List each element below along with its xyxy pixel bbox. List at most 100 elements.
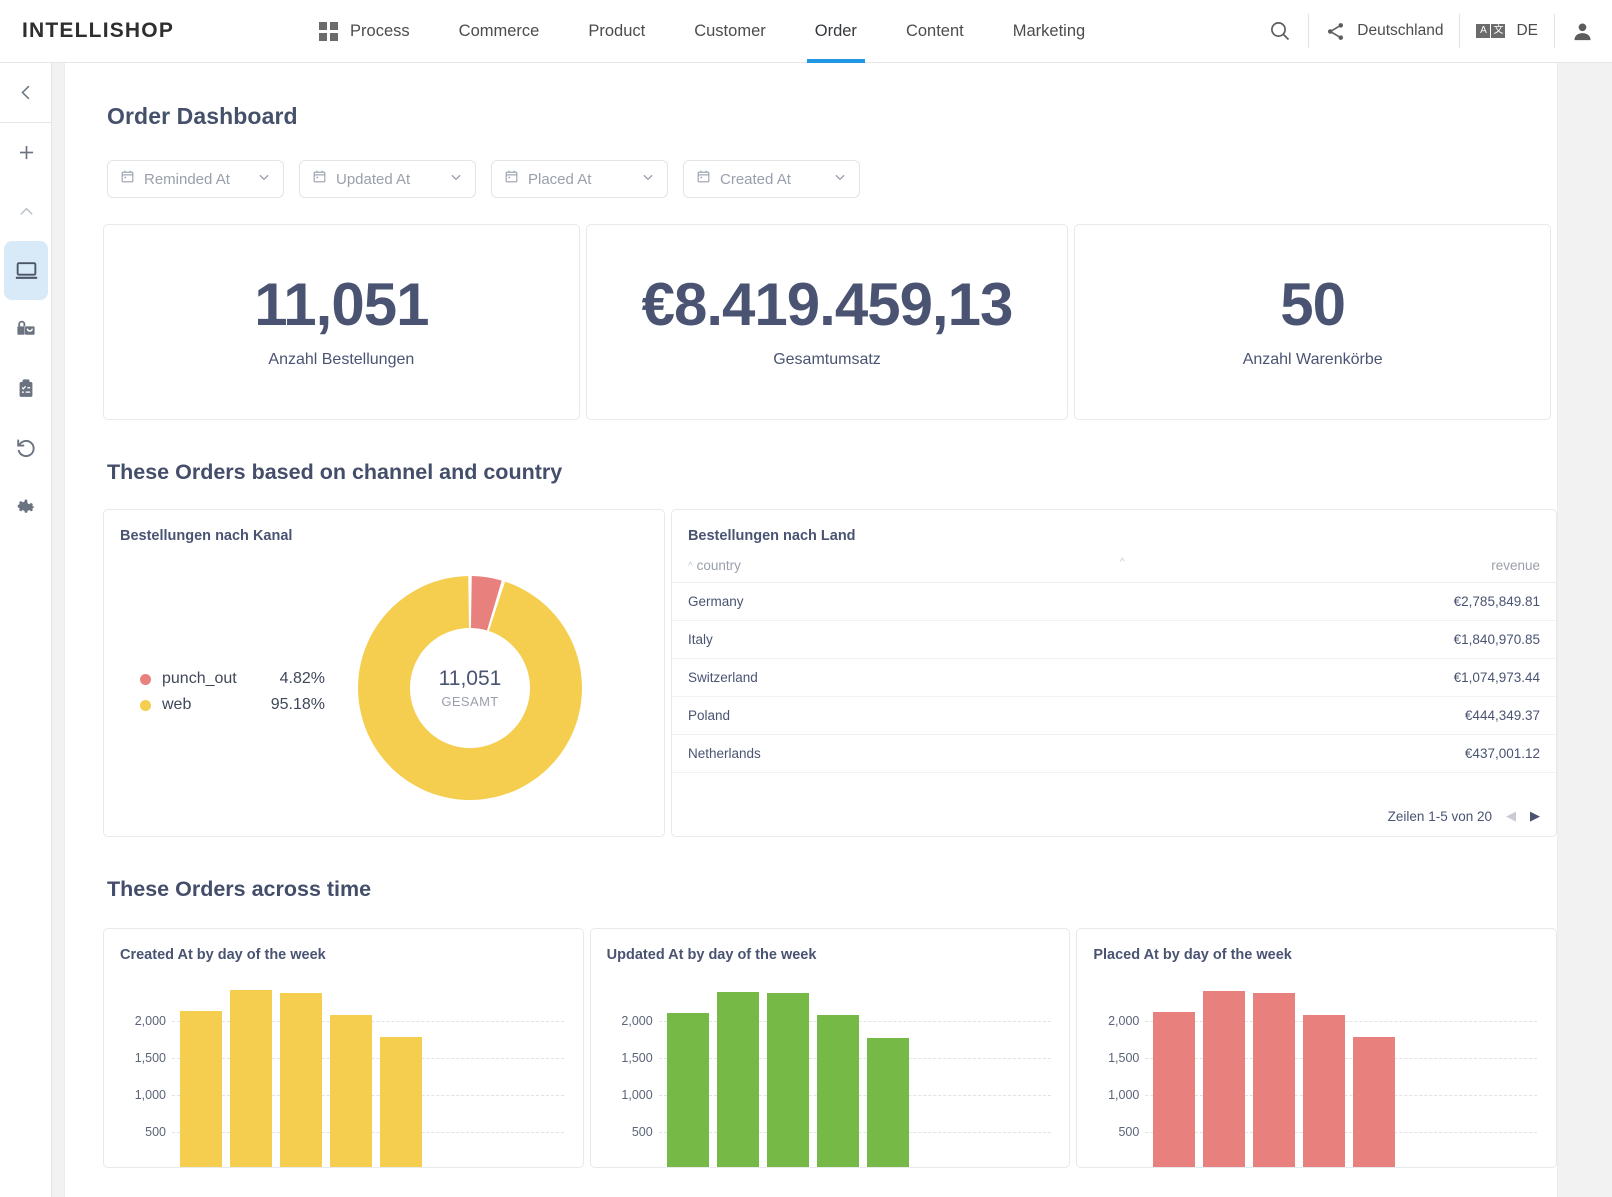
sidebar-item-commerce[interactable] bbox=[0, 300, 52, 359]
y-axis-tick: 2,000 bbox=[621, 1014, 653, 1029]
y-axis-tick: 1,000 bbox=[621, 1088, 653, 1103]
kpi-card-orders: 11,051 Anzahl Bestellungen bbox=[103, 224, 580, 420]
channel-country-row: Bestellungen nach Kanal punch_out 4.82% … bbox=[103, 509, 1557, 837]
table-row[interactable]: Switzerland €1,074,973.44 bbox=[671, 658, 1556, 697]
card-title: Placed At by day of the week bbox=[1093, 947, 1292, 963]
primary-nav: Process Commerce Product Customer Order … bbox=[319, 0, 1134, 63]
nav-item-commerce[interactable]: Commerce bbox=[459, 0, 540, 63]
kpi-card-carts: 50 Anzahl Warenkörbe bbox=[1074, 224, 1551, 420]
bar-Wed[interactable] bbox=[280, 992, 322, 1167]
lang-badge-a: A bbox=[1476, 24, 1491, 38]
nav-item-order[interactable]: Order bbox=[806, 0, 866, 63]
sidebar-item-collapse-group[interactable] bbox=[0, 182, 52, 241]
kpi-value: 50 bbox=[1280, 271, 1346, 338]
country-revenue-table: ^ country revenue Germany €2,785,849.81 Ita… bbox=[671, 558, 1556, 773]
bar-Mon[interactable] bbox=[180, 1010, 222, 1167]
sidebar-item-dashboard[interactable] bbox=[4, 241, 48, 300]
bar-Fri[interactable] bbox=[1353, 1037, 1396, 1167]
card-title: Created At by day of the week bbox=[120, 947, 326, 963]
user-avatar-icon[interactable] bbox=[1571, 20, 1594, 43]
bar-chart-updated-at[interactable]: 2,000 1,500 1,000 500 bbox=[607, 977, 1055, 1167]
chevron-down-icon bbox=[641, 170, 655, 189]
bar-Mon[interactable] bbox=[1153, 1012, 1196, 1167]
legend-percent: 95.18% bbox=[270, 696, 325, 713]
y-axis-tick: 2,000 bbox=[134, 1014, 166, 1029]
calendar-icon bbox=[120, 169, 135, 189]
legend-swatch-web bbox=[140, 699, 151, 711]
sidebar-item-tasks[interactable] bbox=[0, 359, 52, 418]
share-icon[interactable] bbox=[1325, 21, 1346, 42]
section-title-across-time: These Orders across time bbox=[107, 877, 372, 901]
country-selector-label[interactable]: Deutschland bbox=[1357, 22, 1443, 40]
country-table-card: Bestellungen nach Land ^ ^ country revenu… bbox=[670, 509, 1557, 837]
bar-chart-card-created-at: Created At by day of the week 2,000 1,500… bbox=[103, 928, 584, 1168]
card-title: Bestellungen nach Kanal bbox=[120, 528, 293, 544]
donut-chart[interactable]: 11,051 GESAMT bbox=[354, 572, 586, 804]
filter-created-at[interactable]: Created At bbox=[683, 160, 860, 198]
bar-chart-card-updated-at: Updated At by day of the week 2,000 1,500… bbox=[589, 928, 1071, 1168]
bar-Fri[interactable] bbox=[866, 1037, 909, 1167]
translate-icon[interactable]: A 文 bbox=[1476, 24, 1506, 38]
language-code[interactable]: DE bbox=[1516, 22, 1538, 40]
table-row[interactable]: Italy €1,840,970.85 bbox=[671, 620, 1556, 659]
column-header-country[interactable]: ^ country bbox=[671, 558, 1083, 583]
cell-revenue: €437,001.12 bbox=[1082, 734, 1556, 773]
bar-Tue[interactable] bbox=[230, 990, 272, 1167]
bar-Wed[interactable] bbox=[1253, 992, 1296, 1167]
sidebar-item-settings[interactable] bbox=[0, 477, 52, 536]
bar-Wed[interactable] bbox=[766, 993, 809, 1167]
bar-chart-created-at[interactable]: 2,000 1,500 1,000 500 bbox=[120, 977, 568, 1167]
column-header-revenue[interactable]: revenue bbox=[1082, 558, 1556, 583]
y-axis-tick: 500 bbox=[145, 1125, 166, 1140]
nav-item-content[interactable]: Content bbox=[906, 0, 964, 63]
bar-Mon[interactable] bbox=[666, 1013, 709, 1167]
top-right-tools: Deutschland A 文 DE bbox=[1268, 11, 1612, 51]
sidebar-item-collapse[interactable] bbox=[0, 63, 52, 122]
top-navigation-bar: INTELLISHOP Process Commerce Product Cus… bbox=[0, 0, 1612, 63]
chevron-down-icon bbox=[449, 170, 463, 189]
bar-Thu[interactable] bbox=[816, 1015, 859, 1167]
card-title: Updated At by day of the week bbox=[606, 947, 817, 963]
donut-slice-web[interactable] bbox=[358, 576, 582, 800]
y-axis-tick: 1,500 bbox=[1108, 1051, 1140, 1066]
nav-item-process[interactable]: Process bbox=[350, 0, 410, 63]
chevron-down-icon bbox=[833, 170, 847, 189]
bar-chart-placed-at[interactable]: 2,000 1,500 1,000 500 bbox=[1093, 977, 1541, 1167]
table-row[interactable]: Germany €2,785,849.81 bbox=[671, 582, 1556, 621]
grid-icon bbox=[319, 21, 339, 41]
pagination-next-icon[interactable]: ▶ bbox=[1530, 808, 1540, 824]
nav-item-marketing[interactable]: Marketing bbox=[1013, 0, 1085, 63]
legend-item[interactable]: web 95.18% bbox=[140, 694, 325, 716]
bar-Tue[interactable] bbox=[1203, 991, 1246, 1167]
y-axis-tick: 1,000 bbox=[134, 1088, 166, 1103]
bar-Thu[interactable] bbox=[330, 1014, 372, 1167]
dashboard-sheet: Order Dashboard Reminded At Updated At P… bbox=[64, 63, 1558, 1197]
calendar-icon bbox=[504, 169, 519, 189]
bar-group bbox=[1153, 977, 1396, 1167]
lang-badge-b: 文 bbox=[1491, 24, 1506, 38]
kpi-label: Anzahl Warenkörbe bbox=[1242, 351, 1383, 368]
table-row[interactable]: Poland €444,349.37 bbox=[671, 696, 1556, 735]
legend-item[interactable]: punch_out 4.82% bbox=[140, 668, 325, 690]
pagination-prev-icon[interactable]: ◀ bbox=[1506, 808, 1516, 824]
bar-Fri[interactable] bbox=[380, 1036, 422, 1167]
table-body: Germany €2,785,849.81 Italy €1,840,970.85 Sw… bbox=[671, 582, 1556, 773]
bar-Thu[interactable] bbox=[1303, 1015, 1346, 1167]
y-axis-tick: 1,500 bbox=[134, 1051, 166, 1066]
filter-updated-at[interactable]: Updated At bbox=[299, 160, 476, 198]
search-icon[interactable] bbox=[1268, 19, 1292, 43]
cell-country: Germany bbox=[671, 582, 1083, 621]
y-axis-tick: 2,000 bbox=[1108, 1014, 1140, 1029]
bar-Tue[interactable] bbox=[716, 991, 759, 1167]
table-row[interactable]: Netherlands €437,001.12 bbox=[671, 734, 1556, 773]
nav-item-customer[interactable]: Customer bbox=[694, 0, 766, 63]
sidebar-item-add[interactable] bbox=[0, 123, 52, 182]
brand-logo: INTELLISHOP bbox=[22, 19, 175, 42]
filter-placed-at[interactable]: Placed At bbox=[491, 160, 668, 198]
sidebar-item-history[interactable] bbox=[0, 418, 52, 477]
legend-label: punch_out bbox=[162, 670, 237, 687]
nav-item-product[interactable]: Product bbox=[588, 0, 645, 63]
sort-caret-icon[interactable]: ^ bbox=[1120, 557, 1125, 568]
divider bbox=[1308, 14, 1310, 48]
filter-reminded-at[interactable]: Reminded At bbox=[107, 160, 284, 198]
